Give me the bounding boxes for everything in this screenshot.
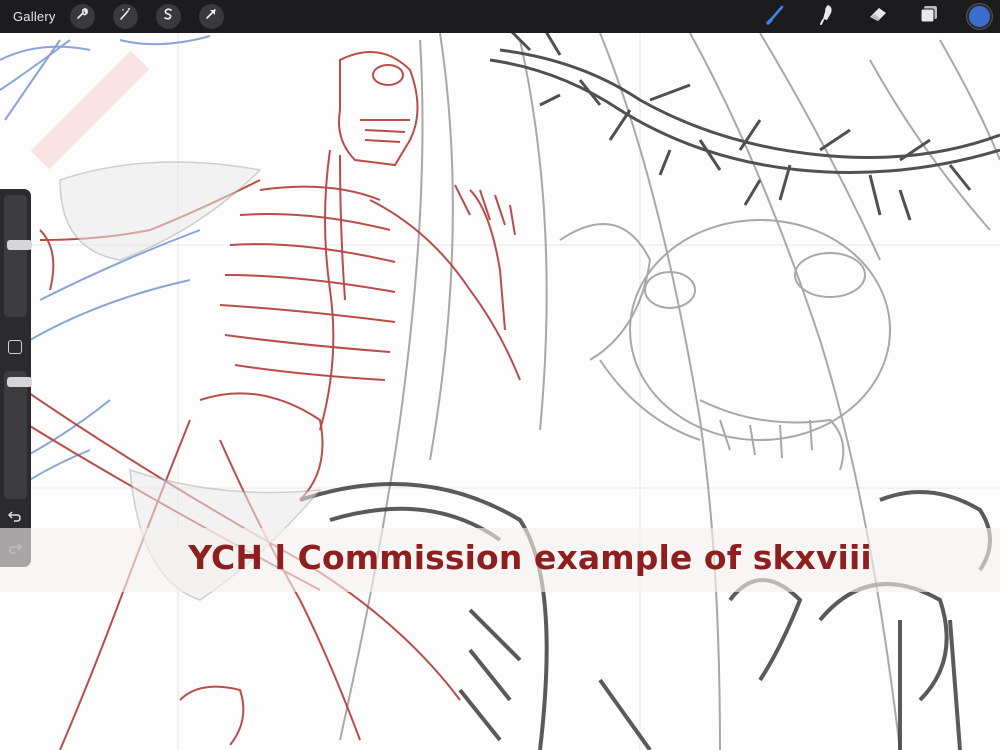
layers-button[interactable] (916, 4, 942, 30)
selection-button[interactable] (155, 4, 181, 29)
magic-wand-icon (118, 7, 132, 26)
selection-s-icon (161, 7, 175, 26)
left-tool-group (69, 4, 242, 29)
smudge-icon (816, 3, 838, 30)
top-toolbar: Gallery (0, 0, 1000, 33)
pink-stroke (30, 50, 150, 170)
right-tool-group (763, 0, 1000, 33)
eraser-tool-button[interactable] (865, 4, 891, 30)
arrow-cursor-icon (204, 7, 218, 26)
brush-icon (765, 3, 787, 30)
modify-button[interactable] (8, 340, 22, 354)
drawing-canvas[interactable] (0, 0, 1000, 750)
opacity-slider[interactable] (4, 371, 32, 499)
brush-tool-button[interactable] (763, 4, 789, 30)
color-picker-button[interactable] (967, 4, 992, 29)
foreground-strokes (299, 482, 992, 750)
transform-button[interactable] (198, 4, 224, 29)
brush-size-slider[interactable] (4, 195, 32, 317)
skeleton-sketch (9, 51, 521, 750)
eraser-icon (867, 3, 889, 30)
adjustments-button[interactable] (112, 4, 138, 29)
procreate-app: Gallery YCH l Commission example of skxv… (0, 0, 1000, 750)
crown-of-thorns (489, 28, 1000, 221)
layers-icon (918, 3, 940, 30)
wrench-icon (75, 7, 89, 26)
sketch-artwork (0, 28, 1000, 750)
caption-text: YCH l Commission example of skxviii (188, 538, 872, 577)
opacity-thumb[interactable] (7, 376, 32, 387)
caption-banner: YCH l Commission example of skxviii (0, 528, 1000, 592)
undo-icon (7, 509, 22, 527)
gallery-button[interactable]: Gallery (13, 9, 56, 24)
smudge-tool-button[interactable] (814, 4, 840, 30)
brush-size-thumb[interactable] (7, 239, 32, 250)
actions-button[interactable] (69, 4, 95, 29)
left-sidebar (0, 189, 32, 567)
undo-button[interactable] (5, 509, 25, 527)
